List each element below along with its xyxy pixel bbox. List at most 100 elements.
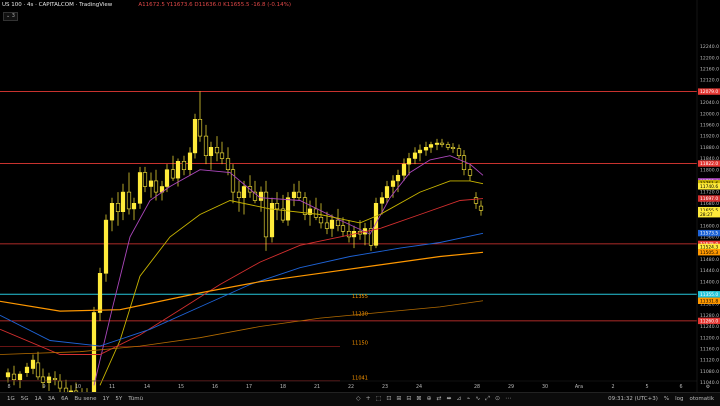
time-tick-14: 29 [508, 384, 514, 390]
candle-body-55 [313, 208, 319, 218]
price-tick-24: 11120.0 [700, 358, 719, 364]
drawing-tool-7-icon[interactable]: ⊕ [426, 395, 431, 403]
log-toggle[interactable]: log [675, 396, 683, 402]
drawing-tool-0-icon[interactable]: ◇ [356, 395, 361, 403]
price-tag-14: 11260.0 [700, 319, 718, 325]
candle-body-61 [346, 231, 352, 238]
percent-toggle[interactable]: % [664, 396, 669, 402]
candle-body-70 [395, 175, 401, 182]
drawing-tool-4-icon[interactable]: ⊞ [396, 395, 401, 403]
timeframe-2[interactable]: 1A [32, 396, 45, 402]
candle-body-39 [225, 158, 231, 170]
clock-readout[interactable]: 09:31:32 (UTC+3) [608, 396, 658, 402]
chart-header: US 100 · 4s · CAPITALCOM · TradingView A… [2, 2, 291, 8]
candle-body-15 [91, 312, 97, 400]
drawing-tool-11-icon[interactable]: ⌁ [467, 395, 471, 403]
candle-body-51 [291, 191, 297, 199]
candle-body-36 [208, 147, 214, 157]
candle-body-9 [57, 380, 63, 389]
price-tag-7: 28:27 [700, 212, 713, 218]
bottom-right-controls: 09:31:32 (UTC+3) % log otomatik [608, 396, 714, 402]
time-tick-18: 5 [645, 384, 648, 390]
candle-body-73 [412, 152, 418, 159]
timeframe-0[interactable]: 1G [4, 396, 18, 402]
candle-body-83 [467, 169, 473, 176]
timeframe-5[interactable]: Bu sene [71, 396, 99, 402]
price-tick-25: 11080.0 [700, 369, 719, 375]
drawing-tool-1-icon[interactable]: + [366, 395, 371, 403]
candle-body-17 [103, 219, 109, 274]
candle-body-28 [164, 169, 170, 187]
auto-scale-toggle[interactable]: otomatik [690, 396, 714, 402]
time-tick-6: 16 [212, 384, 218, 390]
candle-body-30 [175, 161, 181, 179]
price-tick-6: 11960.0 [700, 123, 719, 129]
candle-body-52 [296, 191, 302, 199]
drawing-tool-2-icon[interactable]: ⬚ [376, 395, 382, 403]
candle-body-77 [434, 142, 440, 145]
candle-body-16 [97, 272, 103, 313]
timeframe-7[interactable]: 5Y [112, 396, 125, 402]
ma-orange-line [0, 251, 484, 312]
ma-mid-line [99, 180, 484, 386]
candle-body-56 [318, 217, 324, 224]
drawing-tool-3-icon[interactable]: ⊡ [386, 395, 391, 403]
drawing-tool-10-icon[interactable]: ⊿ [457, 395, 462, 403]
time-tick-12: 24 [416, 384, 422, 390]
timeframe-6[interactable]: 1Y [99, 396, 112, 402]
symbol-title[interactable]: US 100 · 4s · CAPITALCOM · TradingView [2, 2, 112, 8]
candle-body-26 [153, 180, 159, 193]
drawing-tool-12-icon[interactable]: ∿ [475, 395, 480, 403]
time-tick-7: 17 [246, 384, 252, 390]
price-tick-10: 11800.0 [700, 167, 719, 173]
candle-body-41 [236, 191, 242, 199]
price-tick-11: 11720.0 [700, 190, 719, 196]
candle-body-46 [263, 191, 269, 238]
timeframe-1[interactable]: 5G [18, 396, 32, 402]
candle-body-48 [274, 203, 280, 210]
timeframe-3[interactable]: 3A [45, 396, 58, 402]
time-tick-16: Ara [575, 384, 583, 390]
drawing-tool-6-icon[interactable]: ⊠ [416, 395, 421, 403]
timeframe-8[interactable]: Tümü [125, 396, 146, 402]
candle-body-67 [379, 197, 385, 204]
price-tag-13: 11331.8 [700, 298, 718, 304]
time-tick-11: 23 [382, 384, 388, 390]
ma-slow-line [0, 198, 484, 355]
level-label-2: 11150 [352, 341, 368, 347]
time-tick-13: 28 [474, 384, 480, 390]
level-label-3: 11041 [352, 375, 368, 381]
drawing-tool-13-icon[interactable]: ⤢ [485, 395, 490, 403]
drawing-tool-15-icon[interactable]: ⋯ [505, 395, 511, 403]
ma-blue-line [0, 232, 484, 347]
time-tick-0: 8 [7, 384, 10, 390]
indicator-count: 3 [11, 13, 15, 19]
drawing-tool-8-icon[interactable]: ⇄ [436, 395, 441, 403]
timeframe-4[interactable]: 6A [58, 396, 71, 402]
bottom-toolbar: 1G 5G 1A 3A 6A Bu sene 1Y 5Y Tümü ◇ + ⬚ ⊡ ⊞ ⊟ ⊠ ⊕ ⇄ ⬌ ⊿ ⌁ ∿ ⤢… [0, 392, 720, 406]
price-tick-7: 11920.0 [700, 134, 719, 140]
level-label-0: 11355 [352, 294, 368, 300]
chart-canvas[interactable]: 11355 11 2 30 11150 11041 12240.0 12200.0 12160.… [0, 0, 720, 405]
price-tick-2: 12160.0 [700, 67, 719, 73]
drawing-tool-5-icon[interactable]: ⊟ [406, 395, 411, 403]
price-tag-11: 11505.3 [700, 250, 718, 256]
time-tick-10: 22 [348, 384, 354, 390]
price-tick-1: 12200.0 [700, 55, 719, 61]
price-tick-17: 11400.0 [700, 279, 719, 285]
indicator-collapse-button[interactable]: ⌄ 3 [3, 12, 18, 21]
drawing-tool-14-icon[interactable]: ⊙ [495, 395, 500, 403]
candle-body-69 [390, 180, 396, 187]
price-tick-4: 12040.0 [700, 100, 719, 106]
candle-body-78 [439, 142, 445, 145]
price-tick-21: 11240.0 [700, 324, 719, 330]
settings-gear-icon: ⚙ [706, 384, 710, 390]
candle-body-81 [456, 148, 462, 156]
candle-body-42 [241, 186, 247, 198]
candle-body-74 [417, 149, 423, 154]
candle-body-50 [285, 197, 291, 221]
price-tick-3: 12120.0 [700, 78, 719, 84]
candle-body-85 [478, 205, 484, 211]
drawing-tool-9-icon[interactable]: ⬌ [447, 395, 452, 403]
candle-body-4 [30, 359, 36, 369]
